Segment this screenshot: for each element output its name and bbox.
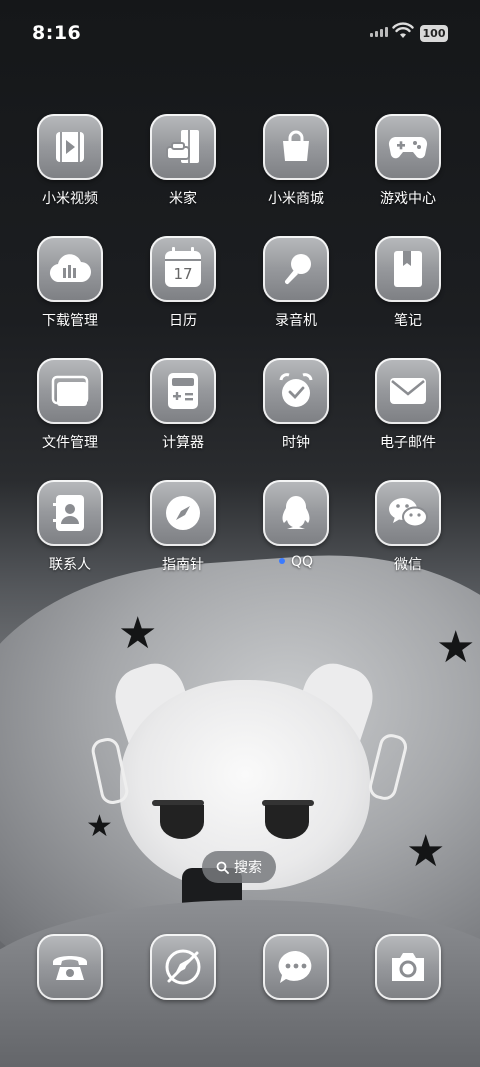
video-play-icon xyxy=(37,114,103,180)
signal-icon xyxy=(370,27,388,37)
search-button[interactable]: 搜索 xyxy=(202,851,276,883)
cat-eye xyxy=(160,805,204,839)
app-label: 计算器 xyxy=(162,435,204,451)
star-decoration: ★ xyxy=(436,622,476,673)
app-clock[interactable]: 时钟 xyxy=(240,358,352,452)
gamepad-icon xyxy=(375,114,441,180)
compass-icon xyxy=(150,480,216,546)
star-decoration: ★ xyxy=(86,809,113,844)
phone-icon xyxy=(37,934,103,1000)
cloud-download-icon xyxy=(37,236,103,302)
wechat-icon xyxy=(375,480,441,546)
qq-penguin-icon xyxy=(263,480,329,546)
app-label: 联系人 xyxy=(49,557,91,573)
app-label: 小米商城 xyxy=(268,191,324,207)
contacts-icon xyxy=(37,480,103,546)
app-label-text: QQ xyxy=(290,554,314,570)
app-label: 笔记 xyxy=(394,313,422,329)
camera-icon xyxy=(375,934,441,1000)
app-wechat[interactable]: 微信 xyxy=(352,480,464,574)
wifi-icon xyxy=(392,22,414,38)
app-recorder[interactable]: 录音机 xyxy=(240,236,352,330)
app-label: 游戏中心 xyxy=(380,191,436,207)
calendar-date: 17 xyxy=(173,265,193,283)
app-qq[interactable]: QQ xyxy=(240,480,352,570)
status-bar: 8:16 100 xyxy=(0,0,480,68)
messages-icon xyxy=(263,934,329,1000)
calendar-icon: 17 xyxy=(150,236,216,302)
app-game-center[interactable]: 游戏中心 xyxy=(352,114,464,208)
app-calculator[interactable]: 计算器 xyxy=(127,358,239,452)
battery-indicator: 100 xyxy=(420,25,448,42)
home-sofa-icon xyxy=(150,114,216,180)
app-label: 微信 xyxy=(394,557,422,573)
app-mi-video[interactable]: 小米视频 xyxy=(14,114,126,208)
star-decoration: ★ xyxy=(406,826,446,877)
app-label: 录音机 xyxy=(275,313,317,329)
search-label: 搜索 xyxy=(234,860,262,876)
dock-phone[interactable] xyxy=(14,934,126,1000)
dock-browser[interactable] xyxy=(127,934,239,1000)
browser-compass-icon xyxy=(150,934,216,1000)
search-icon xyxy=(216,861,229,874)
app-label: 文件管理 xyxy=(42,435,98,451)
dock-messages[interactable] xyxy=(240,934,352,1000)
cat-eye xyxy=(265,805,309,839)
app-email[interactable]: 电子邮件 xyxy=(352,358,464,452)
app-label: 时钟 xyxy=(282,435,310,451)
app-mi-home[interactable]: 米家 xyxy=(127,114,239,208)
envelope-icon xyxy=(375,358,441,424)
app-file-manager[interactable]: 文件管理 xyxy=(14,358,126,452)
alarm-clock-icon xyxy=(263,358,329,424)
app-label: 米家 xyxy=(169,191,197,207)
notebook-icon xyxy=(375,236,441,302)
app-download-manager[interactable]: 下载管理 xyxy=(14,236,126,330)
app-label: QQ xyxy=(240,554,352,570)
calendar-page: 17 xyxy=(165,247,201,287)
star-decoration: ★ xyxy=(118,608,158,659)
microphone-icon xyxy=(263,236,329,302)
app-notes[interactable]: 笔记 xyxy=(352,236,464,330)
folder-icon xyxy=(37,358,103,424)
app-label: 下载管理 xyxy=(42,313,98,329)
app-contacts[interactable]: 联系人 xyxy=(14,480,126,574)
calculator-icon xyxy=(150,358,216,424)
app-label: 指南针 xyxy=(162,557,204,573)
app-compass[interactable]: 指南针 xyxy=(127,480,239,574)
app-label: 电子邮件 xyxy=(380,435,436,451)
shopping-bag-icon xyxy=(263,114,329,180)
app-mi-store[interactable]: 小米商城 xyxy=(240,114,352,208)
app-label: 小米视频 xyxy=(42,191,98,207)
notification-dot xyxy=(278,558,285,564)
app-calendar[interactable]: 17 日历 xyxy=(127,236,239,330)
app-label: 日历 xyxy=(169,313,197,329)
dock-camera[interactable] xyxy=(352,934,464,1000)
status-time: 8:16 xyxy=(32,22,82,44)
